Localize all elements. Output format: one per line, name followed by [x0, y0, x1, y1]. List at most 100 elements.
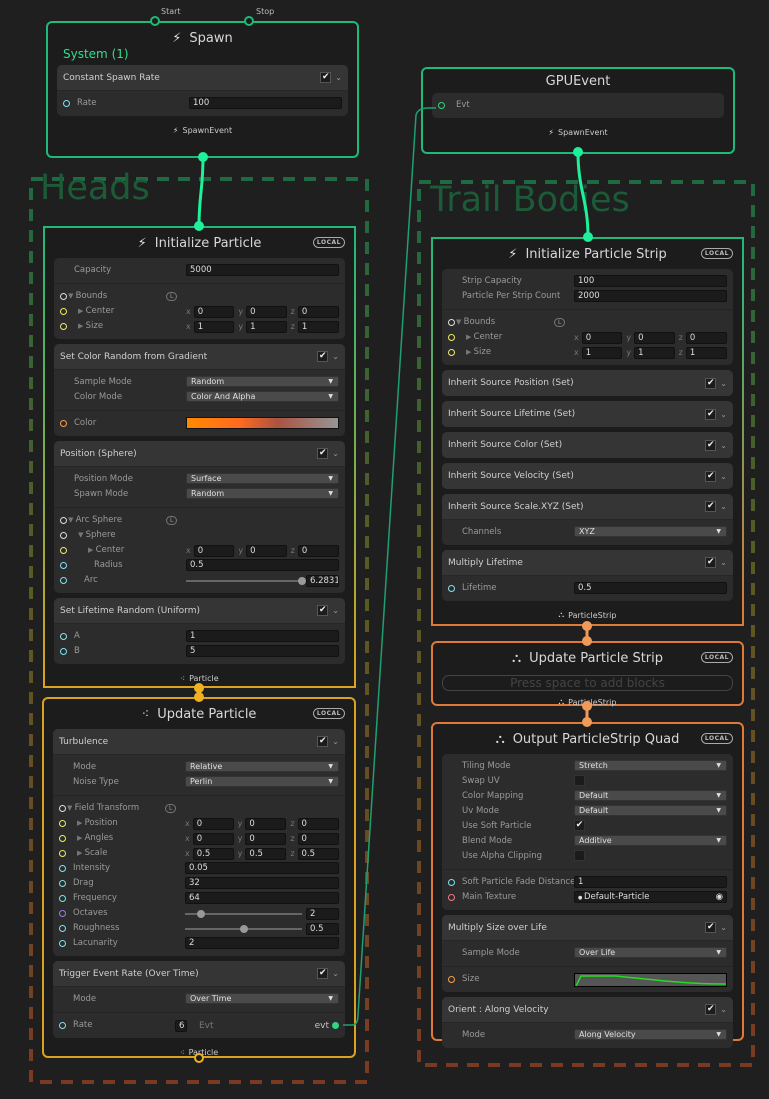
value-input[interactable]: 1 [574, 876, 727, 888]
collapse-chevron-icon[interactable]: ⌄ [332, 737, 339, 746]
port-float-icon[interactable] [59, 880, 66, 887]
block-header[interactable]: Constant Spawn Rate ✔ ⌄ [57, 65, 348, 91]
object-picker-icon[interactable]: ◉ [716, 892, 723, 902]
port-texture-icon[interactable] [448, 894, 455, 901]
port-float-icon[interactable] [59, 865, 66, 872]
component-z-input[interactable]: 0.5 [297, 847, 340, 860]
expand-right-icon[interactable]: ▶ [78, 322, 86, 330]
value-input[interactable]: 5000 [186, 264, 339, 276]
value-dropdown[interactable]: Surface [186, 473, 339, 484]
port-float-icon[interactable] [60, 562, 67, 569]
local-space-badge[interactable]: LOCAL [700, 248, 733, 259]
block-turbulence[interactable]: Turbulence ✔⌄ Mode Relative Noise Type Perlin… [53, 729, 345, 956]
block-orient-along-velocity[interactable]: Orient : Along Velocity ✔ ⌄ Mode Along Veloc… [442, 997, 733, 1048]
value-input[interactable]: 1 [186, 630, 339, 642]
slider-track[interactable] [186, 576, 306, 585]
port-vector-icon[interactable] [59, 820, 66, 827]
block-header[interactable]: Multiply Lifetime ✔ ⌄ [442, 550, 733, 576]
block-enabled-checkbox[interactable]: ✔ [317, 351, 329, 362]
node-title-bar[interactable]: ⁖ Update Particle LOCAL [53, 699, 345, 729]
block-settings[interactable]: Evt [432, 93, 724, 118]
component-y-input[interactable]: 1 [634, 346, 675, 359]
block-constant-spawn-rate[interactable]: Constant Spawn Rate ✔ ⌄ Rate 100 [57, 65, 348, 116]
block-enabled-checkbox[interactable]: ✔ [317, 605, 329, 616]
collapse-chevron-icon[interactable]: ⌄ [332, 606, 339, 615]
component-x-input[interactable]: 1 [193, 320, 235, 333]
block-inherit-source-color-set[interactable]: Inherit Source Color (Set) ✔ ⌄ [442, 432, 733, 458]
port-bounds-icon[interactable] [60, 532, 67, 539]
node-title-bar[interactable]: ⚡ Initialize Particle LOCAL [54, 228, 345, 258]
component-x-input[interactable]: 0 [192, 832, 234, 845]
block-set-color-random-from-gradient[interactable]: Set Color Random from Gradient ✔ ⌄ Sample M… [54, 344, 345, 436]
node-output-particlestrip-quad[interactable]: ⛬ Output ParticleStrip Quad LOCAL Tiling Mo… [431, 722, 744, 1048]
block-header[interactable]: Inherit Source Lifetime (Set) ✔ ⌄ [442, 401, 733, 427]
checkbox[interactable] [574, 850, 585, 861]
port-bounds-icon[interactable] [59, 805, 66, 812]
block-enabled-checkbox[interactable]: ✔ [705, 408, 717, 420]
edge-spawn-to-init[interactable] [197, 156, 205, 227]
slider-value-input[interactable]: 2 [306, 907, 339, 920]
node-title-bar[interactable]: ⚡ Spawn [57, 23, 348, 53]
block-trigger-event-rate-over-time[interactable]: Trigger Event Rate (Over Time) ✔ ⌄ Mode Over… [53, 961, 345, 1038]
block-enabled-checkbox[interactable]: ✔ [320, 72, 332, 83]
block-enabled-checkbox[interactable]: ✔ [705, 1004, 717, 1015]
expand-down-icon[interactable]: ▼ [78, 531, 86, 539]
expand-right-icon[interactable]: ▶ [466, 333, 474, 341]
value-dropdown[interactable]: XYZ [574, 526, 727, 537]
collapse-chevron-icon[interactable]: ⌄ [332, 969, 339, 978]
expand-right-icon[interactable]: ▶ [77, 849, 85, 857]
port-float-icon[interactable] [448, 879, 455, 886]
value-dropdown[interactable]: Default [574, 790, 727, 801]
value-dropdown[interactable]: Over Life [574, 947, 727, 958]
port-vector-icon[interactable] [59, 850, 66, 857]
node-gpuevent[interactable]: GPUEvent Evt ⚡ SpawnEvent [421, 67, 735, 154]
value-dropdown[interactable]: Default [574, 805, 727, 816]
expand-right-icon[interactable]: ▶ [77, 819, 85, 827]
component-x-input[interactable]: 0.5 [192, 847, 234, 860]
collapse-chevron-icon[interactable]: ⌄ [335, 73, 342, 82]
component-y-input[interactable]: 0 [246, 544, 287, 557]
component-y-input[interactable]: 1 [246, 320, 287, 333]
block-inherit-source-lifetime-set[interactable]: Inherit Source Lifetime (Set) ✔ ⌄ [442, 401, 733, 427]
block-enabled-checkbox[interactable]: ✔ [705, 377, 717, 389]
node-title-bar[interactable]: ⛬ Output ParticleStrip Quad LOCAL [442, 724, 733, 754]
port-vector-icon[interactable] [60, 308, 67, 315]
port-float-icon[interactable] [59, 925, 66, 932]
port-float-icon[interactable] [63, 100, 70, 107]
value-input[interactable]: 100 [189, 97, 342, 109]
update-strip-in-port[interactable] [582, 636, 592, 646]
expand-down-icon[interactable]: ▼ [456, 318, 464, 326]
stop-flow-port[interactable] [244, 16, 254, 26]
node-initialize-particle[interactable]: ⚡ Initialize Particle LOCAL Capacity 5000 ▼ B… [43, 226, 356, 688]
component-z-input[interactable]: 0 [297, 305, 339, 318]
block-header[interactable]: Inherit Source Position (Set) ✔ ⌄ [442, 370, 733, 396]
collapse-chevron-icon[interactable]: ⌄ [720, 441, 727, 450]
checkbox[interactable]: ✔ [574, 820, 585, 831]
gradient-field[interactable] [186, 417, 339, 429]
block-header[interactable]: Orient : Along Velocity ✔ ⌄ [442, 997, 733, 1023]
update-in-port[interactable] [194, 692, 204, 702]
port-vector-icon[interactable] [448, 334, 455, 341]
edge-event-to-gpu[interactable] [343, 107, 436, 1026]
texture-field[interactable]: ● Default-Particle ◉ [574, 891, 727, 903]
value-input[interactable]: 0.5 [574, 582, 727, 594]
component-y-input[interactable]: 0.5 [245, 847, 287, 860]
block-header[interactable]: Multiply Size over Life ✔ ⌄ [442, 915, 733, 941]
expand-right-icon[interactable]: ▶ [77, 834, 85, 842]
output-in-port[interactable] [582, 717, 592, 727]
group-title-trail-bodies[interactable]: Trail Bodies [430, 180, 630, 220]
port-vector-icon[interactable] [59, 835, 66, 842]
component-y-input[interactable]: 0 [245, 832, 287, 845]
component-z-input[interactable]: 1 [297, 320, 339, 333]
block-set-lifetime-random-uniform[interactable]: Set Lifetime Random (Uniform) ✔ ⌄ A 1 B 5 [54, 598, 345, 664]
block-multiply-size-over-life[interactable]: Multiply Size over Life ✔ ⌄ Sample Mode Over… [442, 915, 733, 992]
space-local-badge[interactable]: L [166, 516, 178, 525]
block-header[interactable]: Inherit Source Velocity (Set) ✔ ⌄ [442, 463, 733, 489]
local-space-badge[interactable]: LOCAL [700, 652, 733, 663]
space-local-badge[interactable]: L [166, 292, 178, 301]
block-header[interactable]: Inherit Source Color (Set) ✔ ⌄ [442, 432, 733, 458]
value-input[interactable]: 2000 [574, 290, 727, 302]
block-enabled-checkbox[interactable]: ✔ [317, 736, 329, 747]
expand-right-icon[interactable]: ▶ [88, 546, 96, 554]
rate-input[interactable]: 6 [175, 1019, 187, 1032]
